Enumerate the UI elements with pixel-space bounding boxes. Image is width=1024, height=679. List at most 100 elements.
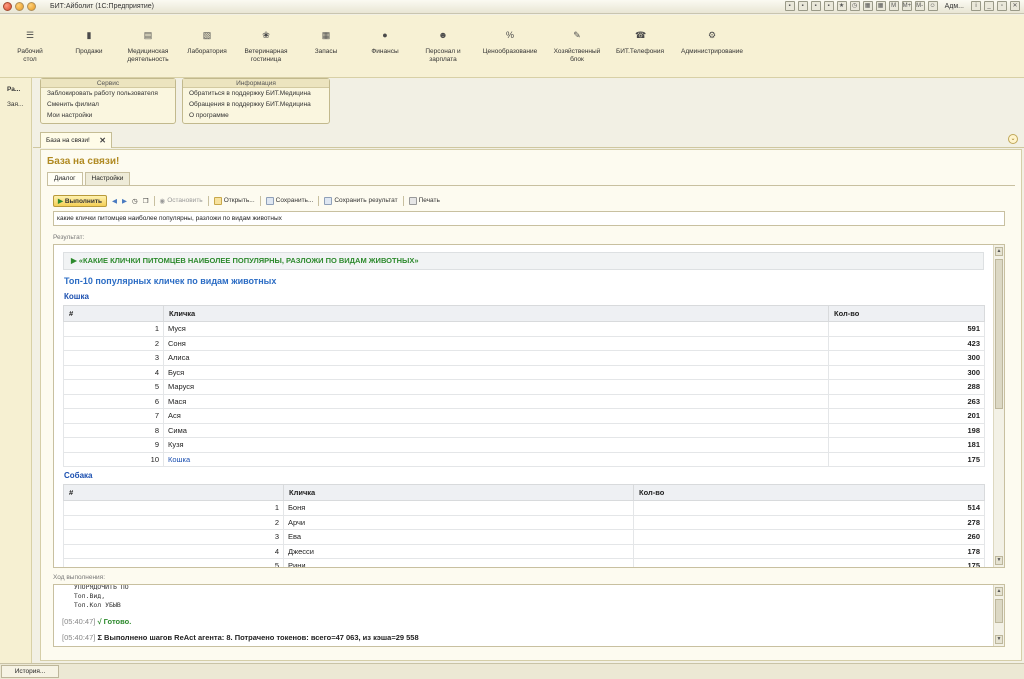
row-number: 1 bbox=[63, 321, 164, 337]
maximize-window-icon[interactable] bbox=[27, 2, 36, 11]
folder-icon bbox=[213, 196, 222, 205]
result-scrollbar[interactable]: ▲ ▼ bbox=[993, 245, 1004, 567]
result-pane[interactable]: ▶ «КАКИЕ КЛИЧКИ ПИТОМЦЕВ НАИБОЛЕЕ ПОПУЛЯ… bbox=[53, 244, 1005, 568]
table-row: 8 Сима 198 bbox=[63, 422, 985, 438]
section-medical[interactable]: ▤ Медицинская деятельность bbox=[118, 30, 178, 64]
section-telephony[interactable]: ☎ БИТ.Телефония bbox=[610, 30, 670, 56]
row-number: 6 bbox=[63, 393, 164, 409]
column-header-count: Кол-во bbox=[828, 305, 985, 322]
history-icon[interactable]: ◷ bbox=[849, 1, 860, 11]
row-number: 4 bbox=[63, 543, 284, 559]
back-button[interactable]: ◀ bbox=[112, 197, 117, 205]
print-button[interactable]: Печать bbox=[408, 196, 440, 205]
table-row: 9 Кузя 181 bbox=[63, 437, 985, 453]
left-bar-item-2[interactable]: Зая... bbox=[0, 93, 31, 108]
log-message: Σ Выполнено шагов ReAct агента: 8. Потра… bbox=[97, 633, 419, 642]
section-stock[interactable]: ▦ Запасы bbox=[304, 30, 348, 56]
minimize-icon[interactable]: _ bbox=[984, 1, 994, 11]
row-count: 514 bbox=[633, 500, 985, 516]
history-button[interactable]: История... bbox=[1, 665, 59, 678]
save-result-button[interactable]: Сохранить результат bbox=[324, 196, 398, 205]
section-administration[interactable]: ⚙ Администрирование bbox=[674, 30, 750, 56]
row-name: Арчи bbox=[283, 514, 634, 530]
close-tab-icon[interactable]: ✕ bbox=[99, 133, 106, 149]
row-number: 8 bbox=[63, 422, 164, 438]
contact-support-link[interactable]: Обратиться в поддержку БИТ.Медицина bbox=[183, 88, 329, 99]
run-button[interactable]: ▶ Выполнить bbox=[53, 194, 108, 207]
section-vet-hotel[interactable]: ❀ Ветеринарная гостиница bbox=[236, 30, 296, 64]
user-name[interactable]: Адм... bbox=[945, 3, 964, 10]
copy-button[interactable]: ❐ bbox=[143, 197, 149, 205]
link-icon[interactable]: ▪ bbox=[823, 1, 834, 11]
row-name: Соня bbox=[163, 335, 829, 351]
floppy-icon bbox=[324, 196, 333, 205]
log-code: УПОРЯДОЧИТЬ ПО Топ.Вид, Топ.Кол УБЫВ bbox=[73, 584, 129, 609]
result-heading: Топ-10 популярных кличек по видам животн… bbox=[64, 276, 277, 286]
row-number: 7 bbox=[63, 408, 164, 424]
query-input[interactable]: какие клички питомцев наиболее популярны… bbox=[53, 211, 1005, 226]
chevron-down-icon[interactable]: ⌄ bbox=[1008, 134, 1018, 144]
row-name: Джесси bbox=[283, 543, 634, 559]
row-number: 1 bbox=[63, 500, 284, 516]
row-count: 591 bbox=[828, 321, 985, 337]
row-name: Боня bbox=[283, 500, 634, 516]
scroll-down-icon[interactable]: ▼ bbox=[995, 556, 1003, 565]
section-household[interactable]: ✎ Хозяйственный блок bbox=[548, 30, 606, 64]
section-desktop[interactable]: ☰ Рабочий стол bbox=[10, 30, 50, 64]
about-link[interactable]: О программе bbox=[183, 110, 329, 121]
restore-icon[interactable]: ▫ bbox=[997, 1, 1007, 11]
result-label: Результат: bbox=[53, 234, 85, 241]
memory-minus-button[interactable]: M- bbox=[914, 1, 925, 11]
section-sales[interactable]: ▮ Продажи bbox=[68, 30, 110, 56]
scroll-thumb[interactable] bbox=[995, 259, 1003, 409]
save-icon[interactable]: ▪ bbox=[784, 1, 795, 11]
memory-plus-button[interactable]: M+ bbox=[901, 1, 912, 11]
tab-dialog[interactable]: Диалог bbox=[47, 172, 83, 185]
support-requests-link[interactable]: Обращения в поддержку БИТ.Медицина bbox=[183, 99, 329, 110]
left-bar: Ра... Зая... bbox=[0, 78, 32, 663]
user-icon[interactable]: ☺ bbox=[927, 1, 938, 11]
function-group-title: Информация bbox=[183, 79, 329, 88]
close-icon[interactable]: ✕ bbox=[1010, 1, 1020, 11]
history-button[interactable]: ◷ bbox=[132, 197, 138, 205]
save-button[interactable]: Сохранить... bbox=[265, 196, 313, 205]
section-personnel[interactable]: ☻ Персонал и зарплата bbox=[418, 30, 468, 64]
section-laboratory[interactable]: ▧ Лаборатория bbox=[182, 30, 232, 56]
close-window-icon[interactable] bbox=[3, 2, 12, 11]
preview-icon[interactable]: ▪ bbox=[810, 1, 821, 11]
row-count: 300 bbox=[828, 364, 985, 380]
table-header-row: # Кличка Кол-во bbox=[63, 305, 985, 322]
column-header-name: Кличка bbox=[163, 305, 829, 322]
row-count: 300 bbox=[828, 350, 985, 366]
minimize-window-icon[interactable] bbox=[15, 2, 24, 11]
scroll-down-icon[interactable]: ▼ bbox=[995, 635, 1003, 644]
favorites-icon[interactable]: ★ bbox=[836, 1, 847, 11]
stop-button[interactable]: ◉ Остановить bbox=[160, 197, 203, 205]
scroll-up-icon[interactable]: ▲ bbox=[995, 247, 1003, 256]
print-icon[interactable]: ▪ bbox=[797, 1, 808, 11]
memory-m-button[interactable]: M bbox=[888, 1, 899, 11]
info-icon[interactable]: i bbox=[971, 1, 981, 11]
open-window-tab[interactable]: База на связи! ✕ bbox=[40, 132, 112, 148]
my-settings-link[interactable]: Мои настройки bbox=[41, 110, 175, 121]
table-row: 1 Муся 591 bbox=[63, 321, 985, 337]
tab-settings[interactable]: Настройки bbox=[84, 172, 131, 185]
lock-user-link[interactable]: Заблокировать работу пользователя bbox=[41, 88, 175, 99]
row-count: 423 bbox=[828, 335, 985, 351]
scroll-thumb[interactable] bbox=[995, 599, 1003, 623]
section-finance[interactable]: ● Финансы bbox=[362, 30, 408, 56]
calendar-icon[interactable]: ▦ bbox=[862, 1, 873, 11]
open-button[interactable]: Открыть... bbox=[213, 196, 255, 205]
scroll-up-icon[interactable]: ▲ bbox=[995, 587, 1003, 596]
row-number: 5 bbox=[63, 558, 284, 567]
section-pricing[interactable]: % Ценообразование bbox=[476, 30, 544, 56]
calculator-icon[interactable]: ▦ bbox=[875, 1, 886, 11]
forward-button[interactable]: ▶ bbox=[122, 197, 127, 205]
form-title: База на связи! bbox=[47, 156, 120, 167]
log-scrollbar[interactable]: ▲ ▼ bbox=[993, 585, 1004, 646]
log-pane[interactable]: УПОРЯДОЧИТЬ ПО Топ.Вид, Топ.Кол УБЫВ [05… bbox=[53, 584, 1005, 647]
left-bar-item-1[interactable]: Ра... bbox=[0, 78, 31, 93]
table-row: 10 Кошка 175 bbox=[63, 451, 985, 467]
results-table-dog: # Кличка Кол-во 1 Боня 514 2 Арчи 278 3 Ева 260 4… bbox=[63, 484, 985, 567]
change-branch-link[interactable]: Сменить филиал bbox=[41, 99, 175, 110]
